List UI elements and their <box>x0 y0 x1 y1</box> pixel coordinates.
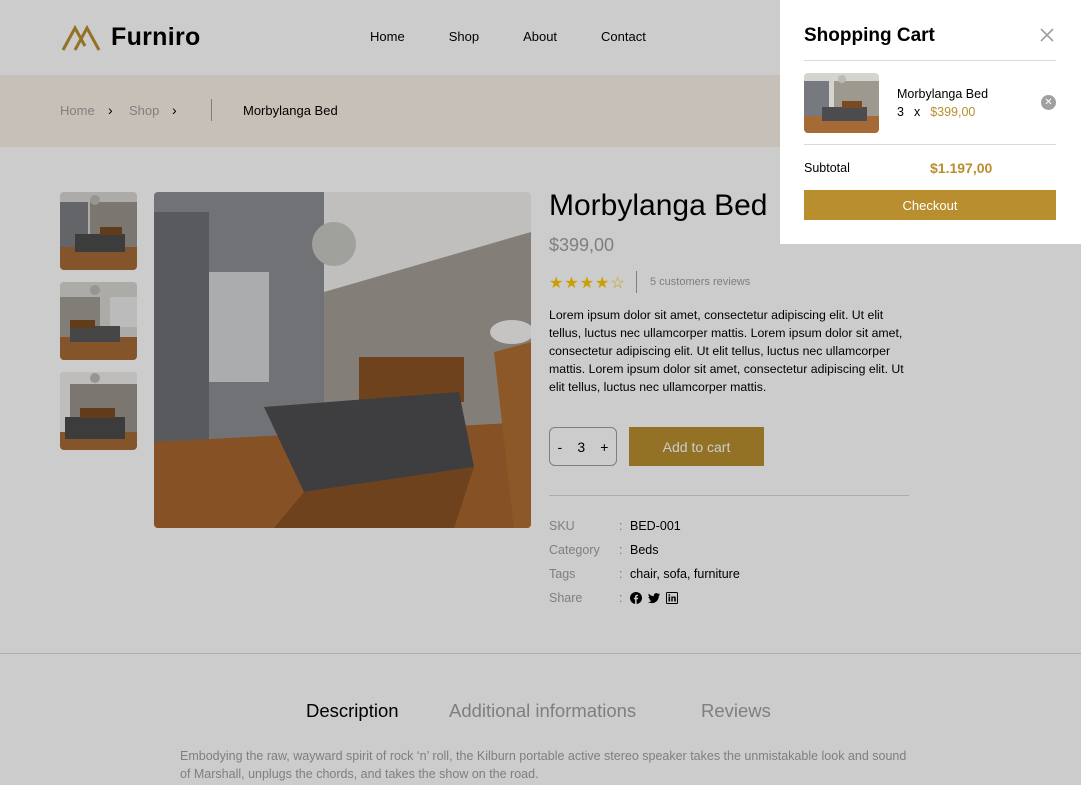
cart-item-price: $399,00 <box>930 105 976 119</box>
shopping-cart-panel: Shopping Cart Morbylanga Bed 3 x $399,00… <box>780 0 1081 244</box>
cart-item-qty: 3 <box>897 105 904 119</box>
checkout-button[interactable]: Checkout <box>804 190 1056 220</box>
cart-item-quantity: 3 x $399,00 <box>897 105 975 119</box>
remove-icon[interactable]: ✕ <box>1041 95 1056 110</box>
cart-divider <box>804 60 1056 61</box>
bed-image <box>804 73 879 133</box>
cart-item-image <box>804 73 879 133</box>
subtotal-label: Subtotal <box>804 161 850 175</box>
subtotal-value: $1.197,00 <box>930 160 993 176</box>
cart-item-times: x <box>913 105 921 119</box>
cart-title: Shopping Cart <box>804 25 935 46</box>
cart-divider <box>804 144 1056 145</box>
close-icon[interactable] <box>1038 26 1056 44</box>
cart-item-name: Morbylanga Bed <box>897 87 989 101</box>
